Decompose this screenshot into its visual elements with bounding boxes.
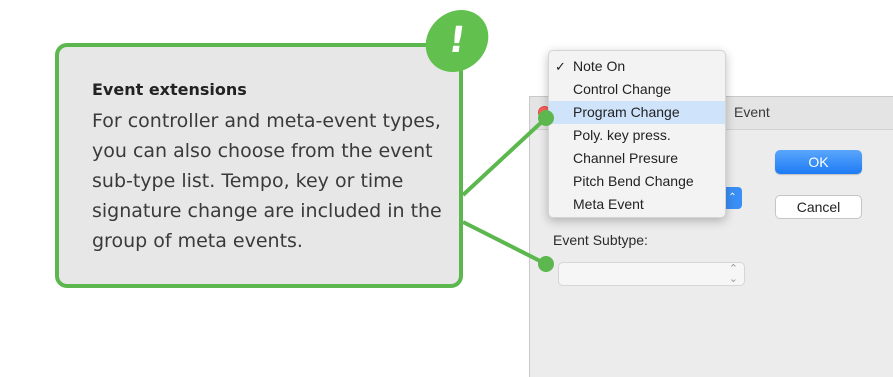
menu-item-pitch-bend-change[interactable]: Pitch Bend Change	[549, 170, 725, 193]
callout-title: Event extensions	[92, 80, 247, 99]
exclamation-icon: !	[421, 10, 493, 72]
menu-item-label: Control Change	[573, 81, 672, 97]
dialog-title: Event	[734, 104, 770, 120]
event-subtype-select[interactable]: ⌃ ⌄	[558, 262, 745, 286]
menu-item-program-change[interactable]: Program Change	[549, 101, 725, 124]
menu-item-channel-pressure[interactable]: Channel Presure	[549, 147, 725, 170]
checkmark-icon: ✓	[555, 59, 566, 74]
menu-item-meta-event[interactable]: Meta Event	[549, 193, 725, 216]
event-subtype-label: Event Subtype:	[553, 232, 648, 248]
menu-item-label: Meta Event	[573, 196, 644, 212]
menu-item-label: Program Change	[573, 104, 680, 120]
event-type-menu: ✓ Note On Control Change Program Change …	[548, 50, 726, 218]
menu-item-label: Note On	[573, 58, 626, 74]
menu-item-note-on[interactable]: ✓ Note On	[549, 55, 725, 78]
callout-body: For controller and meta-event types, you…	[92, 110, 442, 252]
menu-item-label: Channel Presure	[573, 150, 679, 166]
menu-item-label: Poly. key press.	[573, 127, 671, 143]
menu-item-poly-key-press[interactable]: Poly. key press.	[549, 124, 725, 147]
info-callout: Event extensions For controller and meta…	[55, 43, 463, 288]
menu-item-label: Pitch Bend Change	[573, 173, 694, 189]
menu-item-control-change[interactable]: Control Change	[549, 78, 725, 101]
updown-chevron-icon: ⌃ ⌄	[728, 263, 738, 285]
cancel-button[interactable]: Cancel	[775, 195, 862, 219]
ok-button[interactable]: OK	[775, 150, 862, 174]
